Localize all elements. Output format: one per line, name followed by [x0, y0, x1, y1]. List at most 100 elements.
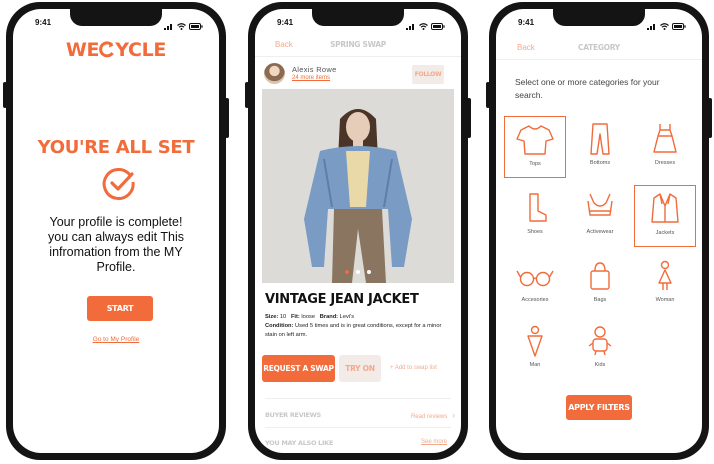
go-to-profile-link[interactable]: Go to My Profile	[13, 336, 219, 343]
notch	[312, 9, 404, 26]
category-kids[interactable]: Kids	[569, 318, 631, 380]
category-label: Accesories	[521, 297, 549, 303]
status-icons	[647, 17, 686, 35]
notch	[553, 9, 645, 26]
category-bags[interactable]: Bags	[569, 253, 631, 315]
add-to-swap-list-link[interactable]: + Add to swap list	[390, 365, 437, 371]
category-label: Bags	[593, 297, 607, 303]
status-time: 9:41	[277, 18, 294, 27]
app-logo: WE YCLE	[65, 39, 167, 63]
category-label: Dresses	[654, 160, 676, 166]
battery-icon	[672, 17, 686, 35]
category-label: Kids	[594, 362, 606, 368]
category-label: Bottoms	[589, 160, 611, 166]
category-woman[interactable]: Woman	[634, 253, 696, 315]
see-more-link[interactable]: See more	[421, 439, 447, 445]
read-reviews-label: Read reviews	[410, 414, 448, 420]
phone-frame-product: 9:41 Back SPRING SWAP Alexis Rowe 24 mor…	[245, 2, 471, 460]
status-icons	[164, 17, 203, 35]
category-jackets[interactable]: Jackets	[634, 185, 696, 247]
try-on-button[interactable]: TRY ON	[339, 355, 381, 382]
condition-label: Condition:	[265, 323, 294, 329]
carousel-dot-active[interactable]	[344, 270, 349, 274]
signal-icon	[406, 17, 416, 35]
divider	[265, 427, 451, 428]
screen-profile-complete: 9:41 WE YCLE YOU'RE ALL SET Your profile …	[13, 9, 219, 453]
category-dresses[interactable]: Dresses	[634, 116, 696, 178]
status-time: 9:41	[35, 18, 52, 27]
category-activewear[interactable]: Activewear	[569, 185, 631, 247]
screen-product-detail: 9:41 Back SPRING SWAP Alexis Rowe 24 mor…	[255, 9, 461, 453]
baby-icon	[588, 326, 612, 356]
also-like-heading: YOU MAY ALSO LIKE	[265, 439, 333, 447]
category-shoes[interactable]: Shoes	[504, 185, 566, 247]
carousel-dot[interactable]	[356, 270, 360, 274]
tshirt-icon	[516, 125, 554, 155]
header-divider	[496, 59, 702, 60]
screen-category: 9:41 Back CATEGORY Select one or more ca…	[496, 9, 702, 453]
notch	[70, 9, 162, 26]
buyer-reviews-heading: BUYER REVIEWS	[265, 411, 321, 419]
bag-icon	[590, 262, 610, 290]
battery-icon	[431, 17, 445, 35]
size-label: Size:	[265, 314, 279, 320]
nav-title: CATEGORY	[578, 43, 620, 52]
page-title: YOU'RE ALL SET	[37, 137, 195, 158]
phone-frame-profile-complete: 9:41 WE YCLE YOU'RE ALL SET Your profile …	[3, 2, 229, 460]
condition-line: Condition: Used 5 times and is in great …	[265, 322, 453, 340]
category-accesories[interactable]: Accesories	[504, 253, 566, 315]
completion-message: Your profile is complete! you can always…	[48, 215, 184, 274]
pants-icon	[590, 123, 610, 155]
size-value: 10	[279, 314, 287, 320]
divider	[265, 398, 451, 399]
category-label: Man	[529, 362, 541, 368]
product-title: VINTAGE JEAN JACKET	[265, 292, 419, 307]
carousel-dots[interactable]	[262, 261, 454, 279]
category-label: Activewear	[586, 229, 614, 235]
woman-icon	[658, 260, 672, 290]
category-label: Shoes	[527, 229, 543, 235]
category-label: Tops	[529, 161, 541, 167]
fit-value: loose	[301, 314, 315, 320]
avatar[interactable]	[264, 63, 285, 84]
chevron-right-icon: ›	[452, 410, 455, 420]
brand-label: Brand:	[319, 314, 339, 320]
category-tops[interactable]: Tops	[504, 116, 566, 178]
seller-items-link[interactable]: 24 more items	[292, 75, 330, 81]
boot-icon	[529, 193, 547, 222]
signal-icon	[164, 17, 174, 35]
category-man[interactable]: Man	[504, 318, 566, 380]
wifi-icon	[177, 17, 186, 35]
follow-button[interactable]: FOLLOW	[412, 65, 444, 84]
man-icon	[527, 325, 543, 357]
instruction-text: Select one or more categories for your s…	[515, 77, 660, 100]
status-icons	[406, 17, 445, 35]
category-label: Jackets	[655, 230, 675, 236]
dress-icon	[653, 124, 677, 153]
brand-value: Levi's	[339, 314, 355, 320]
wifi-icon	[419, 17, 428, 35]
category-bottoms[interactable]: Bottoms	[569, 116, 631, 178]
header-divider	[255, 56, 461, 57]
jacket-photo	[262, 89, 454, 283]
category-label: Woman	[655, 297, 675, 303]
product-image[interactable]	[262, 89, 454, 283]
phone-frame-category: 9:41 Back CATEGORY Select one or more ca…	[486, 2, 712, 460]
product-specs: Size: 10 Fit: loose Brand: Levi's Condit…	[265, 313, 453, 340]
jacket-icon	[651, 193, 679, 223]
apply-filters-button[interactable]: APPLY FILTERS	[566, 395, 632, 420]
signal-icon	[647, 17, 657, 35]
read-reviews-link[interactable]: Read reviews ›	[411, 410, 455, 420]
status-time: 9:41	[518, 18, 535, 27]
request-swap-button[interactable]: REQUEST A SWAP	[262, 355, 335, 382]
spec-line: Size: 10 Fit: loose Brand: Levi's	[265, 313, 453, 322]
nav-title: SPRING SWAP	[330, 40, 386, 49]
recycle-logo-icon	[99, 41, 115, 63]
wifi-icon	[660, 17, 669, 35]
seller-name[interactable]: Alexis Rowe	[292, 65, 337, 74]
fit-label: Fit:	[290, 314, 300, 320]
carousel-dot[interactable]	[367, 270, 372, 274]
start-shopping-button[interactable]: START SHOPPING	[87, 296, 153, 338]
check-circle-icon	[102, 167, 136, 206]
glasses-icon	[516, 270, 554, 287]
